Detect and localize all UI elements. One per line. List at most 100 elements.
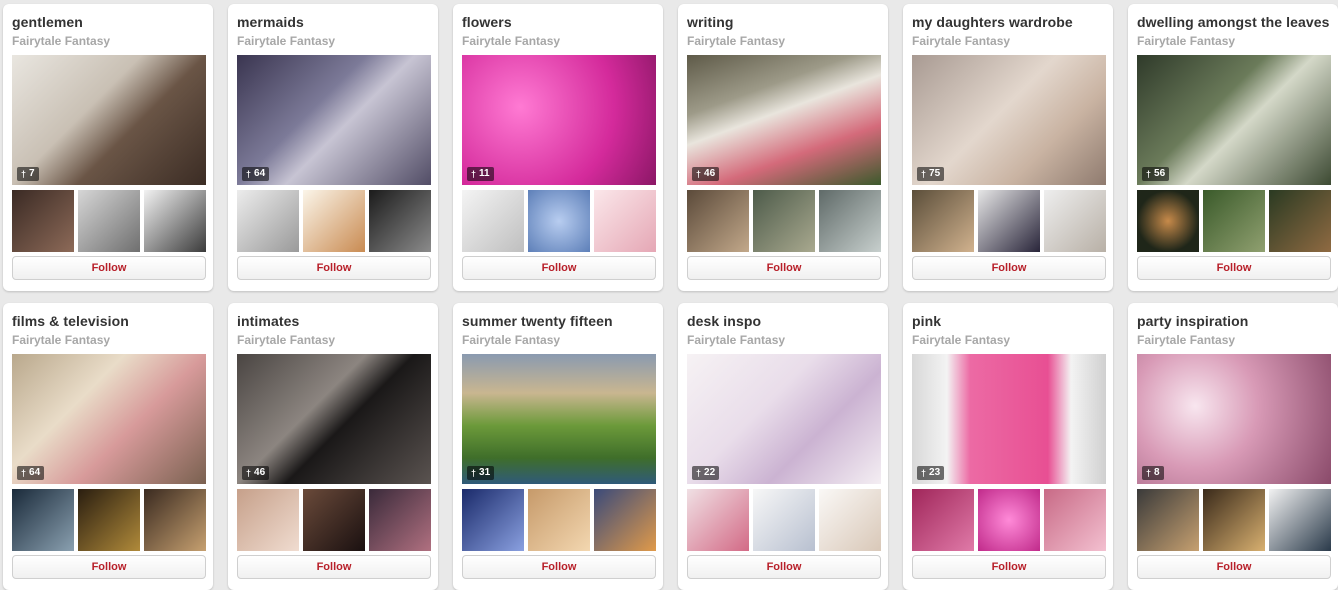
board-title[interactable]: flowers xyxy=(462,14,512,30)
board-owner[interactable]: Fairytale Fantasy xyxy=(912,34,1010,48)
board-cover-image[interactable]: † 8 xyxy=(1137,354,1331,484)
board-owner[interactable]: Fairytale Fantasy xyxy=(1137,333,1235,347)
board-cover-image[interactable]: † 22 xyxy=(687,354,881,484)
board-thumbnail[interactable] xyxy=(144,489,206,551)
board-thumbnail[interactable] xyxy=(912,190,974,252)
board-card[interactable]: intimates Fairytale Fantasy † 46 Follow xyxy=(228,303,438,590)
board-owner[interactable]: Fairytale Fantasy xyxy=(237,333,335,347)
board-owner[interactable]: Fairytale Fantasy xyxy=(1137,34,1235,48)
board-thumbnail[interactable] xyxy=(12,190,74,252)
board-owner[interactable]: Fairytale Fantasy xyxy=(237,34,335,48)
board-owner[interactable]: Fairytale Fantasy xyxy=(462,34,560,48)
board-card[interactable]: films & television Fairytale Fantasy † 64 Fo… xyxy=(3,303,213,590)
board-thumbnail[interactable] xyxy=(1044,190,1106,252)
board-owner[interactable]: Fairytale Fantasy xyxy=(687,34,785,48)
board-cover-image[interactable]: † 64 xyxy=(237,55,431,185)
board-thumbnail[interactable] xyxy=(753,489,815,551)
board-thumbnail[interactable] xyxy=(819,489,881,551)
board-thumbnail[interactable] xyxy=(1203,489,1265,551)
cover-image-fill xyxy=(687,55,881,185)
board-thumbnail[interactable] xyxy=(369,190,431,252)
board-title[interactable]: pink xyxy=(912,313,941,329)
board-cover-image[interactable]: † 46 xyxy=(237,354,431,484)
board-thumbnail[interactable] xyxy=(528,190,590,252)
board-thumbnail[interactable] xyxy=(687,489,749,551)
board-card[interactable]: gentlemen Fairytale Fantasy † 7 Follow xyxy=(3,4,213,291)
board-thumbnail[interactable] xyxy=(687,190,749,252)
board-title[interactable]: summer twenty fifteen xyxy=(462,313,613,329)
board-thumbnail[interactable] xyxy=(1203,190,1265,252)
board-thumbnail[interactable] xyxy=(978,190,1040,252)
board-card[interactable]: mermaids Fairytale Fantasy † 64 Follow xyxy=(228,4,438,291)
follow-button[interactable]: Follow xyxy=(687,555,881,579)
board-owner[interactable]: Fairytale Fantasy xyxy=(12,333,110,347)
board-title[interactable]: desk inspo xyxy=(687,313,761,329)
board-owner[interactable]: Fairytale Fantasy xyxy=(912,333,1010,347)
board-thumbnail[interactable] xyxy=(462,489,524,551)
board-title[interactable]: films & television xyxy=(12,313,129,329)
board-card[interactable]: party inspiration Fairytale Fantasy † 8 Foll… xyxy=(1128,303,1338,590)
board-title[interactable]: mermaids xyxy=(237,14,304,30)
follow-button[interactable]: Follow xyxy=(912,256,1106,280)
board-thumbnail[interactable] xyxy=(819,190,881,252)
cover-image-fill xyxy=(12,55,206,185)
board-thumbnail[interactable] xyxy=(1044,489,1106,551)
board-card[interactable]: summer twenty fifteen Fairytale Fantasy † 3… xyxy=(453,303,663,590)
board-card[interactable]: pink Fairytale Fantasy † 23 Follow xyxy=(903,303,1113,590)
board-cover-image[interactable]: † 31 xyxy=(462,354,656,484)
board-thumbnail[interactable] xyxy=(303,190,365,252)
board-title[interactable]: gentlemen xyxy=(12,14,83,30)
follow-button[interactable]: Follow xyxy=(12,555,206,579)
follow-button[interactable]: Follow xyxy=(1137,555,1331,579)
board-thumbnail[interactable] xyxy=(978,489,1040,551)
board-card[interactable]: desk inspo Fairytale Fantasy † 22 Follow xyxy=(678,303,888,590)
board-thumbnail[interactable] xyxy=(912,489,974,551)
board-thumbnail[interactable] xyxy=(753,190,815,252)
board-thumbnail[interactable] xyxy=(144,190,206,252)
board-thumbnail[interactable] xyxy=(462,190,524,252)
board-thumbnail[interactable] xyxy=(78,489,140,551)
board-title[interactable]: intimates xyxy=(237,313,299,329)
board-thumbnail[interactable] xyxy=(1137,190,1199,252)
board-card[interactable]: my daughters wardrobe Fairytale Fantasy † 7… xyxy=(903,4,1113,291)
board-owner[interactable]: Fairytale Fantasy xyxy=(462,333,560,347)
board-thumbnail[interactable] xyxy=(594,489,656,551)
follow-button[interactable]: Follow xyxy=(237,256,431,280)
pin-count-badge: † 46 xyxy=(692,167,720,181)
follow-button[interactable]: Follow xyxy=(1137,256,1331,280)
board-thumbnail[interactable] xyxy=(237,190,299,252)
board-title[interactable]: party inspiration xyxy=(1137,313,1248,329)
board-thumbnail[interactable] xyxy=(528,489,590,551)
board-cover-image[interactable]: † 46 xyxy=(687,55,881,185)
board-cover-image[interactable]: † 75 xyxy=(912,55,1106,185)
board-card[interactable]: writing Fairytale Fantasy † 46 Follow xyxy=(678,4,888,291)
board-cover-image[interactable]: † 56 xyxy=(1137,55,1331,185)
board-thumbnail[interactable] xyxy=(594,190,656,252)
board-owner[interactable]: Fairytale Fantasy xyxy=(687,333,785,347)
board-owner[interactable]: Fairytale Fantasy xyxy=(12,34,110,48)
board-thumbnail[interactable] xyxy=(303,489,365,551)
follow-button[interactable]: Follow xyxy=(462,555,656,579)
follow-button[interactable]: Follow xyxy=(237,555,431,579)
follow-button[interactable]: Follow xyxy=(462,256,656,280)
board-thumbnail[interactable] xyxy=(369,489,431,551)
board-thumbnail[interactable] xyxy=(1137,489,1199,551)
follow-button[interactable]: Follow xyxy=(687,256,881,280)
board-cover-image[interactable]: † 64 xyxy=(12,354,206,484)
board-thumbnail[interactable] xyxy=(237,489,299,551)
board-cover-image[interactable]: † 23 xyxy=(912,354,1106,484)
board-card[interactable]: flowers Fairytale Fantasy † 11 Follow xyxy=(453,4,663,291)
board-card[interactable]: dwelling amongst the leaves Fairytale Fan… xyxy=(1128,4,1338,291)
board-thumbnail[interactable] xyxy=(12,489,74,551)
board-thumbnail[interactable] xyxy=(1269,489,1331,551)
board-title[interactable]: my daughters wardrobe xyxy=(912,14,1073,30)
board-thumbnail[interactable] xyxy=(78,190,140,252)
board-title[interactable]: writing xyxy=(687,14,734,30)
board-cover-image[interactable]: † 11 xyxy=(462,55,656,185)
board-title[interactable]: dwelling amongst the leaves xyxy=(1137,14,1330,30)
board-cover-image[interactable]: † 7 xyxy=(12,55,206,185)
follow-button[interactable]: Follow xyxy=(12,256,206,280)
board-thumbnails xyxy=(237,190,431,252)
board-thumbnail[interactable] xyxy=(1269,190,1331,252)
follow-button[interactable]: Follow xyxy=(912,555,1106,579)
